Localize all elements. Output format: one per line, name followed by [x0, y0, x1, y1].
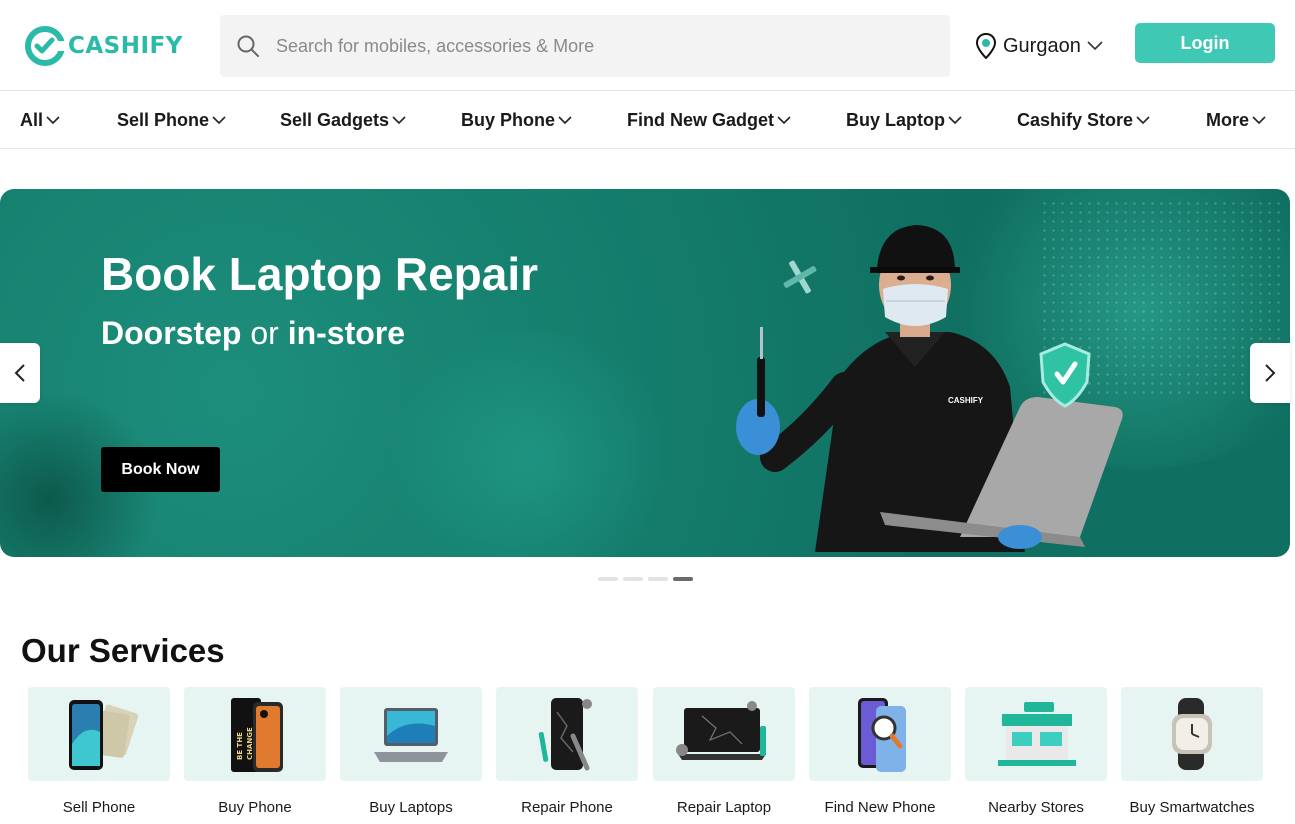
chevron-down-icon [558, 115, 572, 124]
services-title: Our Services [21, 632, 225, 669]
service-nearby-stores[interactable]: Nearby Stores [965, 687, 1107, 816]
nav-item-buy-phone[interactable]: Buy Phone [461, 91, 572, 149]
shield-check-icon [1039, 342, 1091, 408]
nav-item-sell-gadgets[interactable]: Sell Gadgets [280, 91, 406, 149]
login-button[interactable]: Login [1135, 23, 1275, 63]
site-header: CASHIFY Gurgaon Login [0, 0, 1295, 91]
carousel-dot[interactable] [623, 577, 643, 581]
banner-subtitle: Doorstep or in-store [101, 315, 405, 352]
nav-item-cashify-store[interactable]: Cashify Store [1017, 91, 1150, 149]
service-buy-phone[interactable]: BE THE CHANGE Buy Phone [184, 687, 326, 816]
nav-item-label: Cashify Store [1017, 109, 1134, 130]
service-buy-laptops[interactable]: Buy Laptops [340, 687, 482, 816]
nav-item-label: All [20, 109, 44, 130]
banner-subtitle-instore: in-store [287, 315, 406, 351]
service-repair-phone[interactable]: Repair Phone [496, 687, 638, 816]
service-label: Buy Phone [218, 799, 292, 816]
nav-item-label: Buy Phone [461, 109, 556, 130]
service-label: Buy Smartwatches [1129, 799, 1255, 816]
nav-item-label: Find New Gadget [627, 109, 775, 130]
nav-item-label: Sell Gadgets [280, 109, 390, 130]
service-label: Repair Phone [521, 799, 613, 816]
smartwatch-icon [1172, 698, 1212, 770]
carousel-indicators [598, 577, 693, 581]
floating-tools-icon [783, 260, 817, 294]
carousel-dot[interactable] [648, 577, 668, 581]
nav-item-label: Sell Phone [117, 109, 210, 130]
service-label: Find New Phone [824, 799, 936, 816]
nav-item-find-new-gadget[interactable]: Find New Gadget [627, 91, 791, 149]
nav-item-label: Buy Laptop [846, 109, 945, 130]
service-tile [496, 687, 638, 781]
service-label: Sell Phone [62, 799, 136, 816]
banner-subtitle-or: or [241, 315, 288, 351]
location-selector[interactable]: Gurgaon [975, 30, 1103, 62]
service-label: Buy Laptops [369, 799, 453, 816]
carousel-dot[interactable] [673, 577, 693, 581]
svg-text:BE THE: BE THE [236, 732, 244, 760]
chevron-down-icon [948, 115, 962, 124]
nav-item-all[interactable]: All [20, 91, 60, 149]
service-label: Nearby Stores [988, 799, 1084, 816]
chevron-down-icon [777, 115, 791, 124]
repair-laptop-icon [676, 701, 766, 760]
find-phone-icon [858, 698, 906, 772]
shirt-logo-text: CASHIFY [948, 396, 984, 405]
service-tile [1121, 687, 1263, 781]
technician-illustration: CASHIFY [736, 225, 1123, 552]
cashify-logo-icon [25, 26, 66, 66]
buy-phone-icon: BE THE CHANGE [231, 698, 283, 772]
banner-decoration [380, 329, 680, 557]
sell-phone-icon [69, 700, 139, 770]
location-label: Gurgaon [1003, 34, 1081, 57]
service-tile: BE THE CHANGE [184, 687, 326, 781]
nav-item-sell-phone[interactable]: Sell Phone [117, 91, 226, 149]
service-tile [809, 687, 951, 781]
service-find-new-phone[interactable]: Find New Phone [809, 687, 951, 816]
hero-banner[interactable]: Book Laptop Repair Doorstep or in-store … [0, 189, 1290, 557]
nav-item-more[interactable]: More [1206, 91, 1266, 149]
store-icon [998, 702, 1076, 766]
service-buy-smartwatches[interactable]: Buy Smartwatches [1121, 687, 1263, 816]
service-tile [340, 687, 482, 781]
carousel-prev-button[interactable] [0, 343, 40, 403]
chevron-down-icon [46, 115, 60, 124]
search-bar[interactable] [220, 15, 950, 77]
logo-text: CASHIFY [68, 33, 183, 59]
search-icon [237, 35, 259, 57]
chevron-down-icon [212, 115, 226, 124]
service-tile [653, 687, 795, 781]
repair-phone-icon [538, 698, 592, 771]
book-now-button[interactable]: Book Now [101, 447, 220, 492]
chevron-left-icon [14, 364, 25, 382]
service-repair-laptop[interactable]: Repair Laptop [653, 687, 795, 816]
svg-text:CHANGE: CHANGE [246, 727, 254, 760]
banner-title: Book Laptop Repair [101, 248, 539, 300]
laptop-icon [374, 708, 448, 762]
chevron-down-icon [1252, 115, 1266, 124]
main-nav: All Sell Phone Sell Gadgets Buy Phone Fi… [0, 91, 1295, 149]
chevron-down-icon [392, 115, 406, 124]
nav-item-label: More [1206, 109, 1250, 130]
search-input[interactable] [276, 35, 916, 57]
service-tile [28, 687, 170, 781]
carousel-dot[interactable] [598, 577, 618, 581]
chevron-down-icon [1136, 115, 1150, 124]
service-label: Repair Laptop [676, 799, 772, 816]
service-tile [965, 687, 1107, 781]
nav-item-buy-laptop[interactable]: Buy Laptop [846, 91, 962, 149]
service-sell-phone[interactable]: Sell Phone [28, 687, 170, 816]
chevron-down-icon [1087, 41, 1103, 51]
location-pin-icon [975, 33, 997, 59]
chevron-right-icon [1265, 364, 1276, 382]
carousel-next-button[interactable] [1250, 343, 1290, 403]
cashify-logo[interactable]: CASHIFY [24, 22, 183, 70]
banner-subtitle-doorstep: Doorstep [101, 315, 242, 351]
